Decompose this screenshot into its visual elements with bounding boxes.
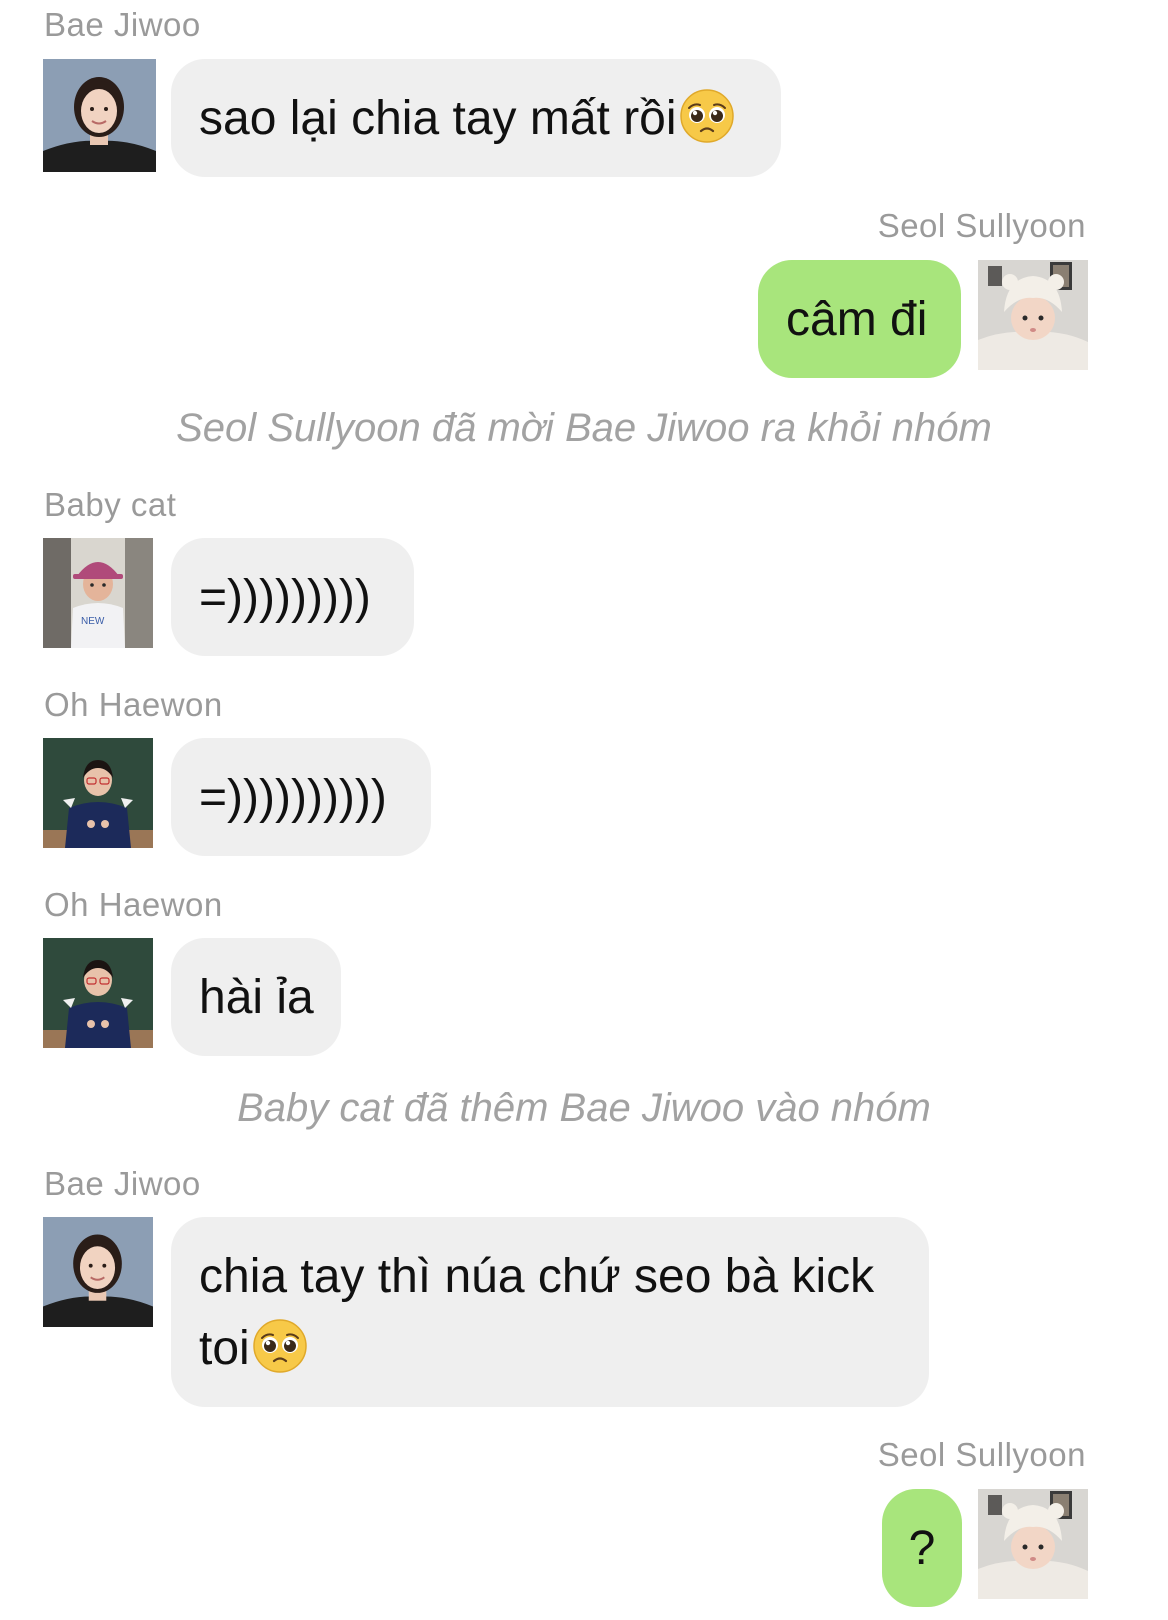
avatar-baby-cat[interactable]: NEW xyxy=(43,538,156,651)
avatar-oh-haewon[interactable] xyxy=(43,938,156,1051)
message-text: sao lại chia tay mất rồi xyxy=(199,92,677,145)
avatar-bae-jiwoo[interactable] xyxy=(43,59,156,172)
system-message: Seol Sullyoon đã mời Bae Jiwoo ra khỏi n… xyxy=(176,406,992,450)
system-message: Baby cat đã thêm Bae Jiwoo vào nhóm xyxy=(237,1086,931,1130)
sender-name: Bae Jiwoo xyxy=(44,6,201,43)
avatar-bae-jiwoo[interactable] xyxy=(43,1217,156,1330)
message-bubble[interactable]: =)))))))))) xyxy=(171,738,431,856)
chat-thread: Bae Jiwoo sao lại chia tay mất rồi Seol … xyxy=(0,0,1168,1620)
message-bubble[interactable]: sao lại chia tay mất rồi xyxy=(171,59,781,177)
pleading-face-icon xyxy=(252,1318,307,1374)
sender-name: Bae Jiwoo xyxy=(44,1165,201,1202)
message-bubble[interactable]: ? xyxy=(882,1489,962,1607)
message-text: =))))))))) xyxy=(199,571,371,624)
message-bubble[interactable]: chia tay thì núa chứ seo bà kick toi xyxy=(171,1217,929,1407)
sender-name: Seol Sullyoon xyxy=(877,1436,1086,1473)
message-text: hài ỉa xyxy=(199,971,314,1024)
sender-name: Oh Haewon xyxy=(44,686,223,723)
message-bubble[interactable]: câm đi xyxy=(758,260,961,378)
message-bubble[interactable]: hài ỉa xyxy=(171,938,341,1056)
avatar-seol-sullyoon[interactable] xyxy=(978,260,1091,373)
message-text: câm đi xyxy=(786,293,928,346)
svg-text:NEW: NEW xyxy=(81,616,105,627)
avatar-oh-haewon[interactable] xyxy=(43,738,156,851)
avatar-seol-sullyoon[interactable] xyxy=(978,1489,1091,1599)
pleading-face-icon xyxy=(679,88,734,144)
sender-name: Seol Sullyoon xyxy=(877,207,1086,244)
sender-name: Oh Haewon xyxy=(44,886,223,923)
message-text: ? xyxy=(908,1522,936,1575)
message-text: =)))))))))) xyxy=(199,771,387,824)
message-bubble[interactable]: =))))))))) xyxy=(171,538,414,656)
sender-name: Baby cat xyxy=(44,486,177,523)
